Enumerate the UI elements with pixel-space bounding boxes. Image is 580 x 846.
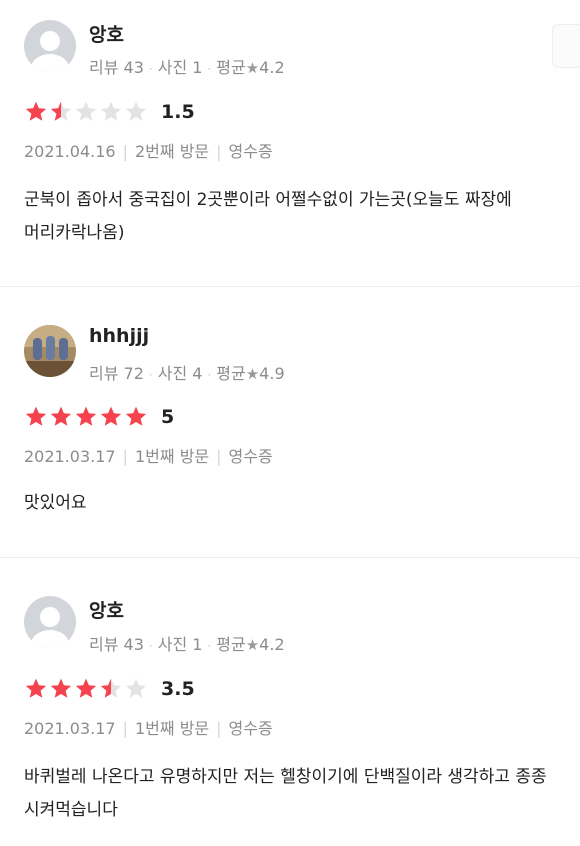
star-rating: [24, 100, 149, 124]
visit-info: 2021.03.17 | 1번째 방문 | 영수증: [24, 719, 273, 738]
reviewer-name[interactable]: 앙호: [89, 20, 124, 47]
rating-score: 1.5: [161, 101, 195, 123]
photo-count: 사진 1: [157, 58, 203, 77]
review-card: hhhjjj 리뷰 72 · 사진 4 · 평균★4.9 5 2021.03.17 | 1번…: [0, 287, 580, 558]
star-icon: [125, 101, 147, 121]
reviewer-name[interactable]: 앙호: [89, 596, 124, 623]
average-rating: 4.2: [259, 58, 285, 77]
star-icon: [75, 101, 97, 121]
rating-score: 3.5: [161, 678, 195, 700]
visit-date: 2021.04.16: [24, 142, 116, 161]
profile-photo-icon: [24, 325, 76, 377]
review-card: 앙호 리뷰 43 · 사진 1 · 평균★4.2 1.5 2021.04.16 | 2번째 …: [0, 0, 580, 287]
rating-row: 1.5: [24, 99, 195, 125]
star-icon: [125, 406, 147, 426]
star-icon: ★: [245, 365, 260, 383]
visit-count: 1번째 방문: [135, 719, 210, 738]
reviewer-stats: 리뷰 72 · 사진 4 · 평균★4.9: [89, 364, 285, 383]
star-icon: [25, 678, 47, 698]
star-icon: [75, 406, 97, 426]
reviewer-stats: 리뷰 43 · 사진 1 · 평균★4.2: [89, 635, 285, 654]
star-icon: [100, 406, 122, 426]
average-label: 평균: [216, 58, 246, 77]
reviewer-stats: 리뷰 43 · 사진 1 · 평균★4.2: [89, 58, 285, 77]
review-count: 리뷰 43: [89, 635, 144, 654]
review-text: 군북이 좁아서 중국집이 2곳뿐이라 어쩔수없이 가는곳(오늘도 짜장에 머리카…: [24, 190, 512, 243]
photo-count: 사진 1: [157, 635, 203, 654]
average-label: 평균: [216, 364, 246, 383]
visit-count: 2번째 방문: [135, 142, 210, 161]
star-icon: [25, 406, 47, 426]
avatar[interactable]: [24, 596, 76, 648]
star-icon: [50, 678, 72, 698]
average-rating: 4.9: [259, 364, 285, 383]
rating-row: 5: [24, 404, 174, 430]
receipt-badge: 영수증: [228, 719, 273, 738]
visit-count: 1번째 방문: [135, 447, 210, 466]
photo-count: 사진 4: [157, 364, 203, 383]
star-icon: [100, 101, 122, 121]
star-icon: ★: [245, 59, 260, 77]
review-text: 바퀴벌레 나온다고 유명하지만 저는 헬창이기에 단백질이라 생각하고 종종 시…: [24, 767, 547, 820]
star-icon: [25, 101, 47, 121]
rating-row: 3.5: [24, 676, 195, 702]
star-icon: [75, 678, 97, 698]
star-rating: [24, 405, 149, 429]
visit-info: 2021.03.17 | 1번째 방문 | 영수증: [24, 447, 273, 466]
star-rating: [24, 677, 149, 701]
reviewer-name[interactable]: hhhjjj: [89, 325, 149, 347]
person-silhouette-icon: [24, 20, 76, 72]
more-options-button[interactable]: [552, 24, 580, 68]
visit-info: 2021.04.16 | 2번째 방문 | 영수증: [24, 142, 273, 161]
star-icon: [125, 678, 147, 698]
star-icon: [100, 678, 122, 698]
review-count: 리뷰 43: [89, 58, 144, 77]
avatar[interactable]: [24, 325, 76, 377]
star-icon: [50, 101, 72, 121]
visit-date: 2021.03.17: [24, 447, 116, 466]
rating-score: 5: [161, 406, 175, 428]
review-list: 앙호 리뷰 43 · 사진 1 · 평균★4.2 1.5 2021.04.16 | 2번째 …: [0, 0, 580, 846]
review-card: 앙호 리뷰 43 · 사진 1 · 평균★4.2 3.5 2021.03.17 | 1번째 …: [0, 558, 580, 846]
review-text: 맛있어요: [24, 493, 87, 513]
avatar[interactable]: [24, 20, 76, 72]
person-silhouette-icon: [24, 596, 76, 648]
average-rating: 4.2: [259, 635, 285, 654]
receipt-badge: 영수증: [228, 142, 273, 161]
visit-date: 2021.03.17: [24, 719, 116, 738]
average-label: 평균: [216, 635, 246, 654]
star-icon: ★: [245, 636, 260, 654]
review-count: 리뷰 72: [89, 364, 144, 383]
receipt-badge: 영수증: [228, 447, 273, 466]
star-icon: [50, 406, 72, 426]
